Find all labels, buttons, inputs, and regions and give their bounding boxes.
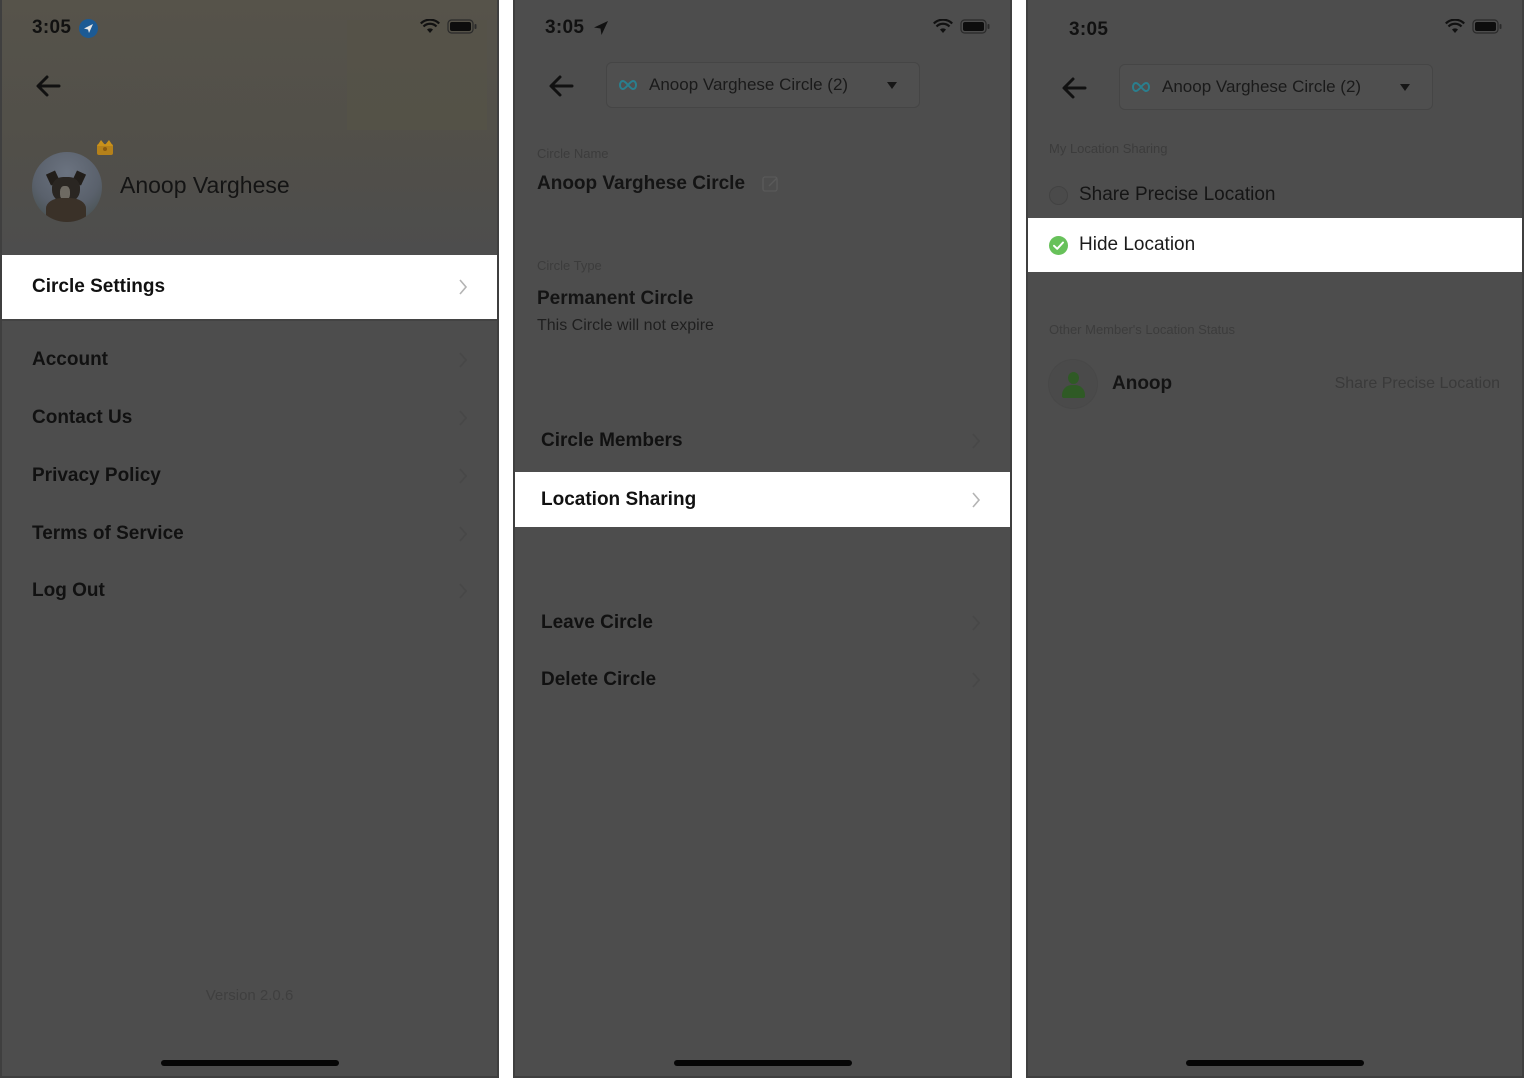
option-share-precise-location[interactable]: Share Precise Location	[1028, 172, 1522, 218]
status-time: 3:05	[545, 17, 585, 38]
menu-item-label: Leave Circle	[541, 612, 653, 633]
circle-name-caption: Circle Name	[537, 146, 609, 161]
back-arrow-icon[interactable]	[34, 72, 62, 100]
chevron-right-icon	[972, 672, 981, 688]
infinity-icon	[619, 79, 637, 91]
location-badge-icon	[79, 19, 98, 38]
menu-item-label: Circle Members	[541, 430, 683, 451]
status-time: 3:05	[32, 17, 72, 38]
chevron-right-icon	[459, 526, 468, 542]
chevron-right-icon	[972, 491, 981, 508]
home-indicator[interactable]	[160, 1060, 339, 1066]
crown-icon	[97, 140, 113, 155]
edit-icon[interactable]	[762, 175, 780, 193]
circle-name-value: Anoop Varghese Circle	[537, 173, 746, 194]
menu-item-leave-circle[interactable]: Leave Circle	[515, 600, 1010, 646]
member-row[interactable]: Anoop Share Precise Location	[1028, 358, 1522, 410]
menu-item-label: Circle Settings	[32, 276, 166, 297]
chevron-right-icon	[459, 279, 468, 295]
back-arrow-icon[interactable]	[1060, 74, 1088, 102]
screen-location-sharing: 3:05 Anoop Varghese Circle (2) My Locati…	[1026, 0, 1524, 1078]
profile-name: Anoop Varghese	[120, 172, 290, 198]
menu-item-privacy-policy[interactable]: Privacy Policy	[2, 454, 497, 498]
menu-item-label: Terms of Service	[32, 523, 184, 544]
radio-unchecked-icon[interactable]	[1049, 185, 1068, 205]
chevron-right-icon	[972, 615, 981, 631]
caret-down-icon	[887, 82, 897, 89]
battery-icon	[1472, 19, 1502, 34]
menu-item-circle-members[interactable]: Circle Members	[515, 418, 1010, 464]
option-hide-location[interactable]: Hide Location	[1028, 218, 1522, 272]
status-icons	[420, 19, 477, 34]
home-indicator[interactable]	[673, 1060, 852, 1066]
option-label: Hide Location	[1079, 234, 1196, 255]
circle-selector-dropdown[interactable]: Anoop Varghese Circle (2)	[1119, 64, 1433, 110]
circle-type-caption: Circle Type	[537, 258, 602, 273]
avatar[interactable]	[32, 152, 102, 222]
circle-selector-label: Anoop Varghese Circle (2)	[1162, 77, 1362, 96]
status-time: 3:05	[1069, 19, 1109, 40]
menu-item-label: Delete Circle	[541, 669, 657, 690]
option-label: Share Precise Location	[1079, 184, 1276, 205]
chevron-right-icon	[972, 433, 981, 449]
menu-item-label: Privacy Policy	[32, 465, 161, 486]
menu-item-contact-us[interactable]: Contact Us	[2, 396, 497, 440]
home-indicator[interactable]	[1186, 1060, 1364, 1066]
person-icon	[1049, 360, 1097, 408]
menu-item-label: Location Sharing	[541, 488, 697, 510]
check-circle-icon[interactable]	[1049, 235, 1068, 255]
infinity-icon	[1132, 81, 1150, 93]
member-name: Anoop	[1112, 373, 1173, 394]
back-arrow-icon[interactable]	[547, 72, 575, 100]
menu-item-location-sharing[interactable]: Location Sharing	[515, 472, 1010, 527]
menu-item-terms-of-service[interactable]: Terms of Service	[2, 512, 497, 556]
location-arrow-icon	[592, 19, 610, 37]
member-location-status: Share Precise Location	[1334, 375, 1500, 392]
menu-item-delete-circle[interactable]: Delete Circle	[515, 657, 1010, 703]
caret-down-icon	[1400, 84, 1410, 91]
circle-type-note: This Circle will not expire	[537, 317, 714, 334]
other-members-caption: Other Member's Location Status	[1049, 322, 1236, 337]
menu-item-log-out[interactable]: Log Out	[2, 569, 497, 613]
wifi-icon	[933, 19, 953, 33]
chevron-right-icon	[459, 410, 468, 426]
battery-icon	[960, 19, 990, 34]
screen-profile-settings: 3:05 Anoop Varghese Circle Settings Acco…	[0, 0, 499, 1078]
menu-item-label: Account	[32, 349, 108, 370]
circle-selector-label: Anoop Varghese Circle (2)	[649, 75, 849, 94]
app-version: Version 2.0.6	[205, 987, 294, 1004]
menu-item-circle-settings[interactable]: Circle Settings	[2, 255, 497, 319]
battery-icon	[447, 19, 477, 34]
menu-item-label: Contact Us	[32, 407, 133, 428]
chevron-right-icon	[459, 352, 468, 368]
screen-circle-settings: 3:05 Anoop Varghese Circle (2) Circle Na…	[513, 0, 1012, 1078]
divider	[2, 319, 497, 321]
my-location-caption: My Location Sharing	[1049, 141, 1168, 156]
status-icons	[1445, 19, 1502, 34]
menu-item-label: Log Out	[32, 580, 105, 601]
circle-type-value: Permanent Circle	[537, 288, 694, 309]
status-icons	[933, 19, 990, 34]
wifi-icon	[420, 19, 440, 33]
circle-selector-dropdown[interactable]: Anoop Varghese Circle (2)	[606, 62, 920, 108]
wifi-icon	[1445, 19, 1465, 33]
chevron-right-icon	[459, 468, 468, 484]
menu-item-account[interactable]: Account	[2, 338, 497, 382]
chevron-right-icon	[459, 583, 468, 599]
